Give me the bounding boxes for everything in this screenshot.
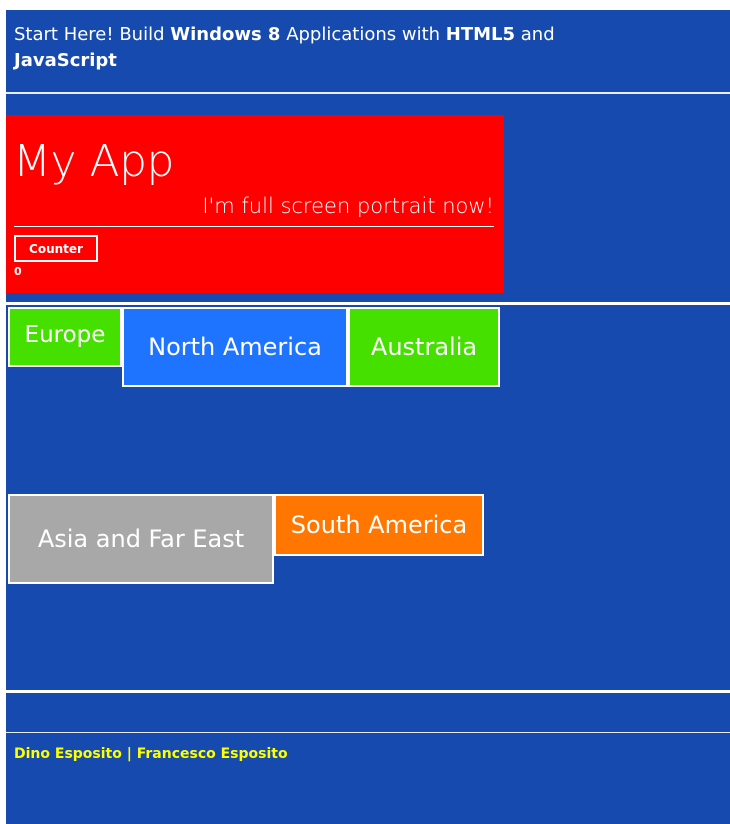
counter-value: 0	[14, 265, 22, 278]
panel-divider-top	[6, 302, 730, 305]
header-text-5: and	[515, 24, 555, 45]
tile-south-america-label: South America	[290, 511, 468, 539]
header-text-3: Applications with	[280, 24, 446, 45]
tile-north-america[interactable]: North America	[122, 307, 348, 387]
header-text-6: JavaScript	[14, 50, 117, 71]
panel-divider-bottom	[6, 690, 730, 693]
app-title-rule	[14, 226, 494, 227]
app-title: My App	[13, 136, 174, 187]
tile-europe[interactable]: Europe	[8, 307, 122, 367]
tile-south-america[interactable]: South America	[274, 494, 484, 556]
app-window: Start Here! Build Windows 8 Applications…	[6, 10, 730, 824]
page-header: Start Here! Build Windows 8 Applications…	[14, 22, 714, 74]
app-subtitle: I'm full screen portrait now!	[202, 194, 494, 218]
footer-credit: Dino Esposito | Francesco Esposito	[14, 746, 288, 762]
header-text-1: Start Here! Build	[14, 24, 171, 45]
tile-australia-label: Australia	[370, 333, 478, 361]
tile-australia[interactable]: Australia	[348, 307, 500, 387]
header-text-2: Windows 8	[170, 24, 281, 45]
app-panel: My App I'm full screen portrait now! Cou…	[6, 115, 504, 293]
tile-asia-and-far-east-label: Asia and Far East	[37, 525, 245, 553]
header-divider	[6, 92, 730, 94]
tile-north-america-label: North America	[148, 333, 322, 361]
tile-europe-label: Europe	[24, 321, 106, 348]
tile-asia-and-far-east[interactable]: Asia and Far East	[8, 494, 274, 584]
counter-button[interactable]: Counter	[14, 235, 98, 262]
header-text-4: HTML5	[445, 24, 516, 45]
footer-divider	[6, 732, 730, 733]
